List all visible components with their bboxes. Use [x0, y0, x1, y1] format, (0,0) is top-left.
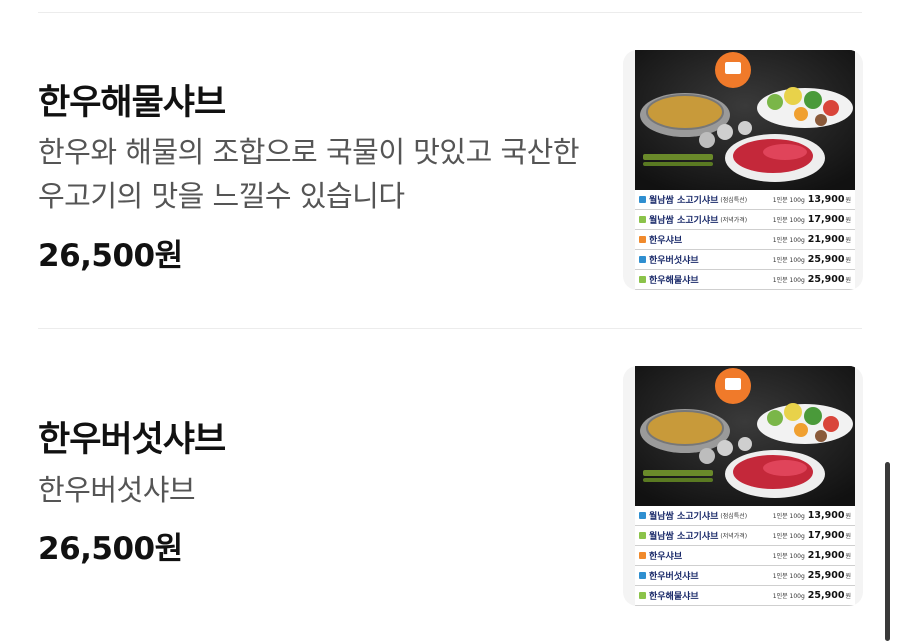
row-unit: 1인분 100g [772, 553, 805, 560]
menu-item-description: 한우버섯샤브 [38, 473, 196, 507]
row-unit: 1인분 100g [772, 237, 805, 244]
row-marker [639, 552, 646, 559]
row-name: 한우해물샤브 [649, 276, 699, 286]
menu-item-seafood-shabu[interactable]: 한우해물샤브 한우와 해물의 조합으로 국물이 맛있고 국산한우고기의 맛을 느… [0, 0, 900, 328]
row-marker [639, 216, 646, 223]
image-price-table: 월남쌈 소고기샤브 (점심특선) 1인분 100g 13,900 원 월남쌈 소… [635, 190, 855, 290]
row-marker [639, 256, 646, 263]
scrollbar[interactable] [885, 462, 890, 641]
row-won: 원 [845, 573, 851, 580]
row-marker [639, 532, 646, 539]
price-row: 한우버섯샤브 1인분 100g 25,900 원 [635, 250, 855, 270]
row-note: (저녁가격) [720, 217, 748, 224]
row-name: 한우버섯샤브 [649, 256, 699, 266]
price-row: 월남쌈 소고기샤브 (점심특선) 1인분 100g 13,900 원 [635, 506, 855, 526]
row-unit: 1인분 100g [772, 573, 805, 580]
row-won: 원 [845, 237, 851, 244]
row-marker [639, 236, 646, 243]
menu-item-thumbnail[interactable]: 월남쌈 소고기샤브 (점심특선) 1인분 100g 13,900 원 월남쌈 소… [623, 366, 863, 606]
row-won: 원 [845, 533, 851, 540]
row-price: 17,900 [807, 530, 845, 541]
row-won: 원 [845, 217, 851, 224]
row-name: 월남쌈 소고기샤브 [649, 196, 719, 206]
row-price: 25,900 [807, 590, 845, 601]
row-name: 한우샤브 [649, 236, 683, 246]
row-name: 월남쌈 소고기샤브 [649, 512, 719, 522]
price-row: 한우샤브 1인분 100g 21,900 원 [635, 230, 855, 250]
row-price: 13,900 [807, 194, 845, 205]
row-note: (저녁가격) [720, 533, 748, 540]
row-name: 한우버섯샤브 [649, 572, 699, 582]
row-unit: 1인분 100g [772, 593, 805, 600]
price-row: 한우해물샤브 1인분 100g 25,900 원 [635, 270, 855, 290]
shabu-photo [635, 50, 855, 190]
row-price: 21,900 [807, 550, 845, 561]
row-price: 25,900 [807, 254, 845, 265]
menu-item-description: 한우와 해물의 조합으로 국물이 맛있고 국산한우고기의 맛을 느낄수 있습니다 [38, 135, 580, 213]
row-note: (점심특선) [720, 197, 748, 204]
price-row: 월남쌈 소고기샤브 (점심특선) 1인분 100g 13,900 원 [635, 190, 855, 210]
row-marker [639, 572, 646, 579]
menu-item-price: 26,500원 [38, 531, 183, 567]
row-price: 17,900 [807, 214, 845, 225]
row-marker [639, 196, 646, 203]
shabu-photo [635, 366, 855, 506]
row-price: 25,900 [807, 274, 845, 285]
price-row: 한우해물샤브 1인분 100g 25,900 원 [635, 586, 855, 606]
row-unit: 1인분 100g [772, 277, 805, 284]
row-won: 원 [845, 513, 851, 520]
row-won: 원 [845, 197, 851, 204]
image-price-table: 월남쌈 소고기샤브 (점심특선) 1인분 100g 13,900 원 월남쌈 소… [635, 506, 855, 606]
row-won: 원 [845, 593, 851, 600]
price-row: 한우버섯샤브 1인분 100g 25,900 원 [635, 566, 855, 586]
row-name: 월남쌈 소고기샤브 [649, 532, 719, 542]
menu-item-thumbnail[interactable]: 월남쌈 소고기샤브 (점심특선) 1인분 100g 13,900 원 월남쌈 소… [623, 50, 863, 290]
menu-item-price: 26,500원 [38, 238, 183, 274]
row-unit: 1인분 100g [772, 257, 805, 264]
row-unit: 1인분 100g [772, 197, 805, 204]
row-name: 한우샤브 [649, 552, 683, 562]
row-won: 원 [845, 553, 851, 560]
row-price: 25,900 [807, 570, 845, 581]
row-unit: 1인분 100g [772, 513, 805, 520]
row-unit: 1인분 100g [772, 217, 805, 224]
row-price: 13,900 [807, 510, 845, 521]
row-marker [639, 276, 646, 283]
row-name: 월남쌈 소고기샤브 [649, 216, 719, 226]
price-row: 월남쌈 소고기샤브 (저녁가격) 1인분 100g 17,900 원 [635, 210, 855, 230]
row-won: 원 [845, 257, 851, 264]
menu-item-title: 한우해물샤브 [38, 83, 226, 123]
row-price: 21,900 [807, 234, 845, 245]
menu-item-mushroom-shabu[interactable]: 한우버섯샤브 한우버섯샤브 26,500원 월남쌈 소고기샤브 (점심특선) 1… [0, 329, 900, 641]
row-note: (점심특선) [720, 513, 748, 520]
row-marker [639, 592, 646, 599]
row-won: 원 [845, 277, 851, 284]
price-row: 한우샤브 1인분 100g 21,900 원 [635, 546, 855, 566]
price-row: 월남쌈 소고기샤브 (저녁가격) 1인분 100g 17,900 원 [635, 526, 855, 546]
row-unit: 1인분 100g [772, 533, 805, 540]
menu-item-title: 한우버섯샤브 [38, 420, 226, 460]
row-marker [639, 512, 646, 519]
row-name: 한우해물샤브 [649, 592, 699, 602]
